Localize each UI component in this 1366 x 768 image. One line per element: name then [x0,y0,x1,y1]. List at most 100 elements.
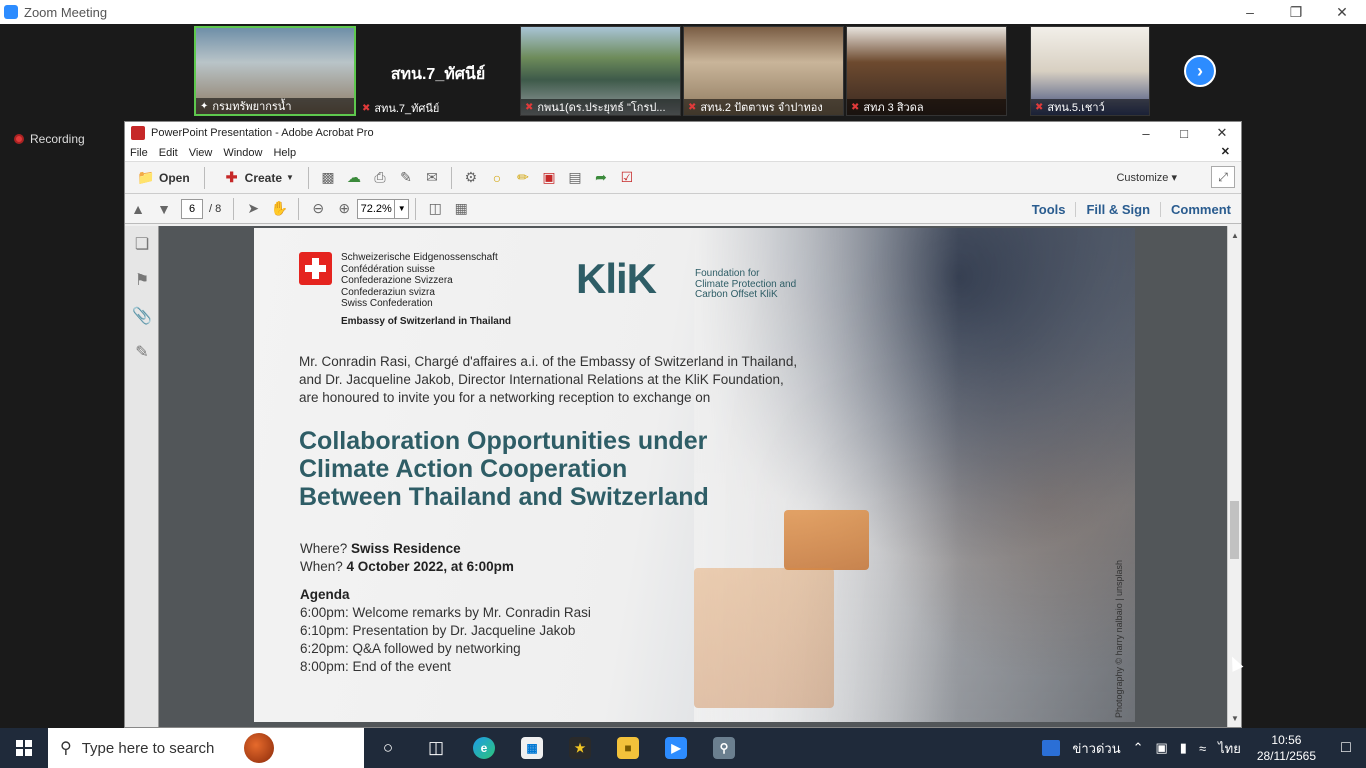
minimize-icon[interactable]: – [1127,122,1165,144]
zoom-in-icon[interactable]: ⊕ [335,200,353,217]
export-icon[interactable]: ➦ [592,169,610,186]
battery-icon[interactable]: ▮ [1180,740,1187,756]
participant-tile[interactable]: ✖ สทภ 3 สิวดล [846,26,1007,116]
hand-tool-icon[interactable]: ✋ [270,200,288,217]
pages-icon[interactable]: ❏ [125,226,159,262]
participant-tile[interactable]: ✦ กรมทรัพยากรน้ำ [194,26,356,116]
redact-icon[interactable]: ▣ [540,169,558,186]
next-participants-icon[interactable]: › [1184,55,1216,87]
embassy-name: Embassy of Switzerland in Thailand [341,316,512,327]
close-icon[interactable]: ✕ [1203,122,1241,144]
language-indicator[interactable]: ไทย [1218,738,1241,759]
edit-icon[interactable]: ✎ [397,169,415,186]
event-date: 4 October 2022, at 6:00pm [346,559,514,574]
file-explorer-icon[interactable]: ■ [604,728,652,768]
participant-name: สทภ 3 สิวดล [863,102,924,114]
pin-icon: ✦ [200,100,209,112]
acrobat-window: PowerPoint Presentation - Adobe Acrobat … [124,121,1242,728]
menu-window[interactable]: Window [223,147,262,159]
close-document-icon[interactable]: ✕ [1221,145,1230,158]
cloud-upload-icon[interactable]: ☁ [345,169,363,186]
customize-dropdown[interactable]: Customize ▾ [1116,171,1177,184]
meet-now-icon[interactable]: ▣ [1156,740,1168,756]
zoom-logo-icon [4,5,18,19]
zoom-dropdown-icon[interactable]: ▼ [395,198,410,219]
previous-page-icon[interactable]: ▲ [129,201,147,217]
next-page-icon[interactable]: ▼ [155,201,173,217]
comment-bubble-icon[interactable]: ○ [488,170,506,186]
close-icon[interactable]: ✕ [1319,0,1365,24]
page-total: / 8 [209,202,222,215]
print-icon[interactable]: ⎙ [371,169,389,186]
open-label: Open [159,170,190,185]
save-icon[interactable]: ▩ [319,169,337,186]
create-label: Create [244,170,283,185]
participant-name: สทน.2 ปัตตาพร จำปาทอง [700,102,823,114]
notification-icon[interactable]: □ [1326,728,1366,768]
participant-tile[interactable]: ✖ สทน.5.เชาว์ [1030,26,1150,116]
swiss-flag-icon [299,252,332,285]
minimize-icon[interactable]: – [1227,0,1273,24]
vertical-scrollbar[interactable]: ▲ ▼ [1227,226,1241,727]
cortana-icon[interactable]: ○ [364,728,412,768]
record-icon [14,134,24,144]
media-app-icon[interactable]: ★ [556,728,604,768]
participant-tile[interactable]: สทน.7_ทัศนีย์ ✖ สทน.7_ทัศนีย์ [358,26,518,116]
scroll-thumb[interactable] [1230,501,1239,559]
zoom-level-input[interactable]: 72.2% [357,198,396,219]
menu-edit[interactable]: Edit [159,147,178,159]
menu-file[interactable]: File [130,147,148,159]
taskbar-search[interactable]: ⚲ Type here to search [48,728,364,768]
edge-icon[interactable]: e [460,728,508,768]
document-icon[interactable]: ▤ [566,169,584,186]
main-toolbar: 📁 Open ✚ Create ▼ ▩ ☁ ⎙ ✎ ✉ ⚙ ○ ✏ ▣ ▤ ➦ … [125,162,1241,194]
store-icon[interactable]: ▦ [508,728,556,768]
zoom-app-icon[interactable]: ▶ [652,728,700,768]
news-widget-icon[interactable] [1042,740,1061,756]
event-headline: Collaboration Opportunities under Climat… [299,427,709,511]
mic-muted-icon: ✖ [1035,101,1044,113]
comment-link[interactable]: Comment [1160,201,1241,217]
scroll-down-icon[interactable]: ▼ [1228,711,1242,725]
maximize-icon[interactable]: □ [1165,122,1203,144]
zoom-titlebar: Zoom Meeting – ❐ ✕ [0,0,1366,24]
page-toolbar: ▲ ▼ 6 / 8 ➤ ✋ ⊖ ⊕ 72.2% ▼ ◫ ▦ Tools Fill… [125,194,1241,224]
mic-muted-icon: ✖ [688,101,697,113]
fit-page-icon[interactable]: ◫ [426,200,444,217]
expand-icon[interactable]: ⤢ [1211,166,1235,188]
search-icon: ⚲ [60,740,72,757]
folder-icon: 📁 [137,169,155,185]
sign-icon[interactable]: ☑ [618,169,636,186]
create-button[interactable]: ✚ Create ▼ [211,165,302,191]
highlight-icon[interactable]: ✏ [514,169,532,186]
magnifier-app-icon[interactable]: ⚲ [700,728,748,768]
settings-icon[interactable]: ⚙ [462,169,480,186]
email-icon[interactable]: ✉ [423,169,441,186]
menu-view[interactable]: View [189,147,213,159]
wifi-icon[interactable]: ≈ [1199,741,1206,756]
bookmarks-icon[interactable]: ⚑ [125,262,159,298]
open-button[interactable]: 📁 Open [125,165,198,191]
start-button[interactable] [0,728,48,768]
chevron-up-icon[interactable]: ⌃ [1133,740,1144,756]
agenda-item: 6:10pm: Presentation by Dr. Jacqueline J… [300,623,576,638]
participant-tile[interactable]: ✖ สทน.2 ปัตตาพร จำปาทอง [683,26,844,116]
clock[interactable]: 10:56 28/11/2565 [1257,732,1316,764]
attachment-icon[interactable]: 📎 [125,298,159,334]
restore-icon[interactable]: ❐ [1273,0,1319,24]
participant-tile[interactable]: ✖ กพน1(ดร.ประยุทธ์ "โกรป... [520,26,681,116]
mic-muted-icon: ✖ [525,101,534,113]
signature-icon[interactable]: ✎ [125,334,159,370]
select-tool-icon[interactable]: ➤ [244,200,262,217]
zoom-out-icon[interactable]: ⊖ [309,200,327,217]
full-screen-icon[interactable]: ▦ [452,200,470,217]
fill-sign-link[interactable]: Fill & Sign [1075,201,1160,217]
menu-help[interactable]: Help [273,147,296,159]
acrobat-title: PowerPoint Presentation - Adobe Acrobat … [151,127,374,139]
news-label[interactable]: ข่าวด่วน [1072,738,1120,759]
recording-indicator[interactable]: Recording [14,132,85,146]
tools-link[interactable]: Tools [1022,202,1076,217]
scroll-up-icon[interactable]: ▲ [1228,228,1242,242]
page-number-input[interactable]: 6 [181,198,203,219]
task-view-icon[interactable]: ◫ [412,728,460,768]
